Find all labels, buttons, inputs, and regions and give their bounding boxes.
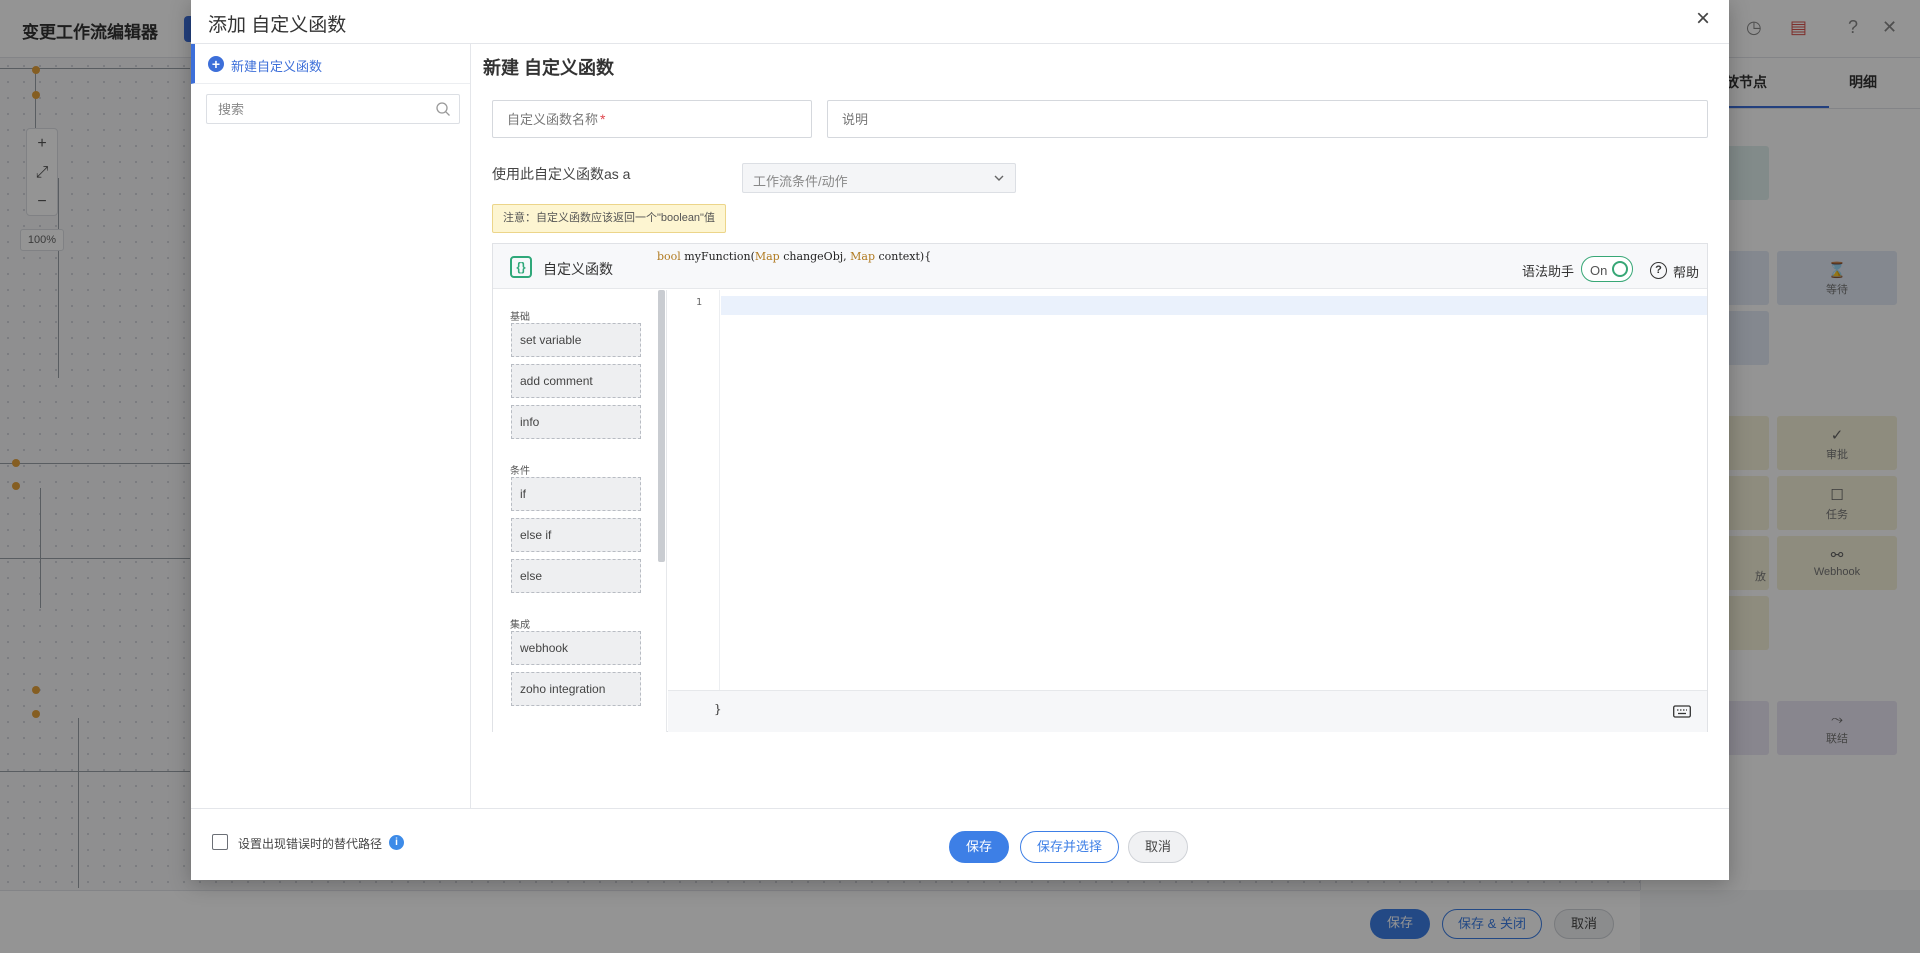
form-title: 新建 自定义函数 xyxy=(483,58,615,78)
snippet-palette: 基础 set variable add comment info 条件 if e… xyxy=(493,290,667,732)
save-button[interactable]: 保存 xyxy=(949,831,1009,863)
code-area[interactable]: 1 xyxy=(668,290,1707,690)
save-and-select-button[interactable]: 保存并选择 xyxy=(1020,831,1119,863)
line-gutter: 1 xyxy=(668,290,720,690)
help-link[interactable]: 帮助 xyxy=(1673,262,1699,281)
chevron-down-icon xyxy=(994,175,1004,181)
search-icon[interactable] xyxy=(435,101,451,117)
closing-brace: } xyxy=(714,702,722,716)
snippet-else-if[interactable]: else if xyxy=(511,518,641,552)
line-number: 1 xyxy=(695,297,702,308)
sig-arg: context xyxy=(875,250,920,263)
new-function-label: 新建自定义函数 xyxy=(231,59,323,74)
palette-category: 条件 xyxy=(510,466,530,477)
use-as-label: 使用此自定义函数as a xyxy=(492,166,631,182)
editor-toolbar: {} 自定义函数 bool myFunction(Map changeObj, … xyxy=(493,244,1707,289)
dialog-header: 添加 自定义函数 × xyxy=(191,0,1729,44)
sig-type: Map xyxy=(846,250,875,263)
boolean-note: 注意：自定义函数应该返回一个"boolean"值 xyxy=(492,204,726,233)
keyboard-icon[interactable] xyxy=(1673,704,1691,718)
required-mark: * xyxy=(600,111,606,127)
cancel-button[interactable]: 取消 xyxy=(1128,831,1188,863)
close-icon[interactable]: × xyxy=(1691,7,1715,32)
search-input[interactable] xyxy=(208,96,428,122)
dialog-title: 添加 自定义函数 xyxy=(208,15,347,36)
editor-footer-bar: } xyxy=(668,690,1707,732)
help-icon[interactable]: ? xyxy=(1650,262,1667,279)
palette-category: 集成 xyxy=(510,620,530,631)
new-function-item[interactable]: + 新建自定义函数 xyxy=(191,44,470,84)
palette-scrollbar[interactable] xyxy=(658,290,665,562)
snippet-info[interactable]: info xyxy=(511,405,641,439)
sig-name: myFunction xyxy=(680,250,751,263)
code-input-line[interactable] xyxy=(721,296,1707,315)
snippet-add-comment[interactable]: add comment xyxy=(511,364,641,398)
function-braces-icon: {} xyxy=(510,256,532,278)
function-signature: bool myFunction(Map changeObj, Map conte… xyxy=(657,250,931,263)
snippet-zoho-integration[interactable]: zoho integration xyxy=(511,672,641,706)
function-search xyxy=(206,94,460,124)
editor-label: 自定义函数 xyxy=(543,261,613,277)
description-field xyxy=(827,100,1708,138)
sig-arg: changeObj, xyxy=(779,250,847,263)
info-icon[interactable]: i xyxy=(389,835,404,850)
fallback-path-checkbox[interactable] xyxy=(212,834,228,850)
snippet-if[interactable]: if xyxy=(511,477,641,511)
fallback-path-label: 设置出现错误时的替代路径 xyxy=(238,837,383,851)
sig-type: Map xyxy=(754,250,780,263)
function-list-panel: + 新建自定义函数 xyxy=(191,44,471,808)
description-input[interactable] xyxy=(828,101,1707,137)
use-as-select[interactable]: 工作流条件/动作 xyxy=(742,163,1016,193)
toggle-knob xyxy=(1612,261,1628,277)
function-name-field: * xyxy=(492,100,812,138)
function-name-input[interactable] xyxy=(493,101,811,137)
sig-return-type: bool xyxy=(657,250,681,263)
syntax-helper-label: 语法助手 xyxy=(1522,264,1575,279)
palette-category: 基础 xyxy=(510,312,530,323)
dialog-footer: 设置出现错误时的替代路径 i 保存 保存并选择 取消 xyxy=(191,808,1729,880)
code-editor: {} 自定义函数 bool myFunction(Map changeObj, … xyxy=(492,243,1708,732)
function-form: 新建 自定义函数 * 使用此自定义函数as a 工作流条件/动作 注意：自定义函… xyxy=(472,44,1729,808)
snippet-set-variable[interactable]: set variable xyxy=(511,323,641,357)
sig-brace: { xyxy=(924,250,932,263)
syntax-helper-toggle[interactable]: On xyxy=(1581,256,1633,282)
use-as-value: 工作流条件/动作 xyxy=(753,174,848,189)
plus-circle-icon: + xyxy=(208,56,224,72)
snippet-else[interactable]: else xyxy=(511,559,641,593)
toggle-state: On xyxy=(1590,263,1608,278)
custom-function-dialog: 添加 自定义函数 × + 新建自定义函数 新建 自定义函数 * 使用此自定义函数… xyxy=(191,0,1729,880)
snippet-webhook[interactable]: webhook xyxy=(511,631,641,665)
